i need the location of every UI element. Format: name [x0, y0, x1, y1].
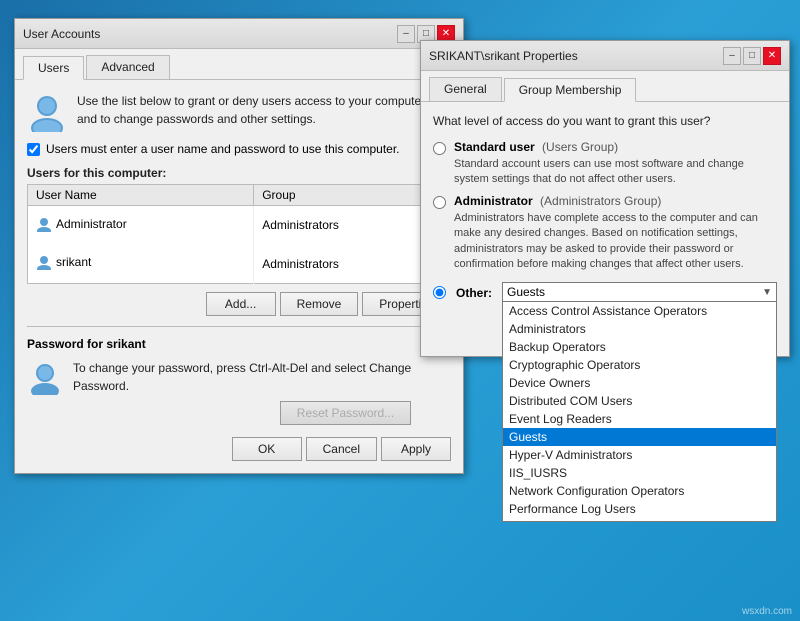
administrator-group: (Administrators Group): [540, 194, 661, 208]
dropdown-item[interactable]: Distributed COM Users: [503, 392, 776, 410]
properties-tabs: General Group Membership: [421, 71, 789, 102]
properties-window: SRIKANT\srikant Properties ‒ □ ✕ General…: [420, 40, 790, 357]
administrator-option: Administrator (Administrators Group) Adm…: [433, 194, 777, 273]
dropdown-item-guests[interactable]: Guests: [503, 428, 776, 446]
standard-user-radio[interactable]: [433, 142, 446, 155]
password-row: To change your password, press Ctrl-Alt-…: [27, 359, 451, 425]
ok-button[interactable]: OK: [232, 437, 302, 461]
dropdown-item[interactable]: Performance Monitor Users: [503, 518, 776, 522]
users-table-header: User Name Group: [28, 185, 451, 206]
dropdown-item[interactable]: Performance Log Users: [503, 500, 776, 518]
dropdown-item[interactable]: Device Owners: [503, 374, 776, 392]
cancel-button[interactable]: Cancel: [306, 437, 377, 461]
user-accounts-tabs: Users Advanced: [15, 49, 463, 80]
info-line1: Use the list below to grant or deny user…: [77, 92, 428, 110]
users-table-body: Administrator Administrators: [28, 206, 451, 284]
chevron-down-icon: ▼: [762, 287, 772, 298]
dropdown-item[interactable]: Cryptographic Operators: [503, 356, 776, 374]
user-name-cell: Administrator: [28, 206, 254, 245]
user-row-icon: Administrator: [36, 216, 127, 232]
must-login-checkbox[interactable]: [27, 143, 40, 156]
dropdown-item[interactable]: Event Log Readers: [503, 410, 776, 428]
other-radio[interactable]: [433, 286, 446, 299]
user-icon-large: [27, 92, 67, 132]
props-question: What level of access do you want to gran…: [433, 114, 777, 128]
users-table: User Name Group Administrator: [27, 184, 451, 284]
user-avatar-icon: [36, 216, 52, 232]
dropdown-header[interactable]: Guests ▼: [502, 282, 777, 302]
props-maximize-button[interactable]: □: [743, 47, 761, 65]
users-table-section: Users for this computer: User Name Group: [27, 166, 451, 284]
user-info-section: Use the list below to grant or deny user…: [27, 92, 451, 132]
remove-button[interactable]: Remove: [280, 292, 359, 316]
dropdown-item[interactable]: Access Control Assistance Operators: [503, 302, 776, 320]
user-info-text: Use the list below to grant or deny user…: [77, 92, 428, 128]
ok-cancel-row: OK Cancel Apply: [27, 437, 451, 461]
table-buttons: Add... Remove Properties: [27, 292, 451, 316]
standard-user-desc: Standard account users can use most soft…: [454, 157, 777, 188]
dropdown-item[interactable]: IIS_IUSRS: [503, 464, 776, 482]
other-label: Other:: [456, 286, 492, 300]
apply-button[interactable]: Apply: [381, 437, 451, 461]
users-section-label: Users for this computer:: [27, 166, 451, 180]
password-icon: [27, 359, 63, 395]
table-row[interactable]: Administrator Administrators: [28, 206, 451, 245]
dropdown-selected: Guests: [507, 285, 762, 299]
user-name-cell: srikant: [28, 245, 254, 284]
watermark: wsxdn.com: [742, 606, 792, 617]
tab-general[interactable]: General: [429, 77, 502, 101]
standard-user-group: (Users Group): [542, 140, 618, 154]
administrator-radio[interactable]: [433, 196, 446, 209]
other-section: Other: Guests ▼ Access Control Assistanc…: [433, 282, 777, 302]
user-accounts-window: User Accounts ‒ □ ✕ Users Advanced Use t…: [14, 18, 464, 474]
standard-user-label-block: Standard user (Users Group) Standard acc…: [454, 140, 777, 188]
standard-user-option: Standard user (Users Group) Standard acc…: [433, 140, 777, 188]
radio-section: Standard user (Users Group) Standard acc…: [433, 140, 777, 272]
properties-titlebar: SRIKANT\srikant Properties ‒ □ ✕: [421, 41, 789, 71]
password-line1: To change your password, press Ctrl-Alt-…: [73, 359, 411, 377]
password-header: Password for srikant: [27, 337, 451, 351]
dropdown-item[interactable]: Administrators: [503, 320, 776, 338]
administrator-label-block: Administrator (Administrators Group) Adm…: [454, 194, 777, 273]
checkbox-row: Users must enter a user name and passwor…: [27, 142, 451, 156]
tab-group-membership[interactable]: Group Membership: [504, 78, 637, 102]
password-text: To change your password, press Ctrl-Alt-…: [73, 359, 411, 425]
password-line2: Password.: [73, 377, 411, 395]
tab-users[interactable]: Users: [23, 56, 84, 80]
info-line2: and to change passwords and other settin…: [77, 110, 428, 128]
table-row[interactable]: srikant Administrators: [28, 245, 451, 284]
dropdown-item[interactable]: Network Configuration Operators: [503, 482, 776, 500]
tab-advanced[interactable]: Advanced: [86, 55, 169, 79]
password-section: Password for srikant To change your pass…: [27, 326, 451, 425]
user-accounts-title: User Accounts: [23, 27, 100, 41]
col-username: User Name: [28, 185, 254, 206]
reset-password-button[interactable]: Reset Password...: [280, 401, 411, 425]
administrator-desc: Administrators have complete access to t…: [454, 211, 777, 273]
dropdown-item[interactable]: Backup Operators: [503, 338, 776, 356]
dropdown-item[interactable]: Hyper-V Administrators: [503, 446, 776, 464]
props-content: What level of access do you want to gran…: [421, 102, 789, 356]
properties-title: SRIKANT\srikant Properties: [429, 49, 578, 63]
dropdown-wrapper: Guests ▼ Access Control Assistance Opera…: [502, 282, 777, 302]
add-button[interactable]: Add...: [206, 292, 276, 316]
dropdown-list: Access Control Assistance Operators Admi…: [502, 302, 777, 522]
must-login-label: Users must enter a user name and passwor…: [46, 142, 400, 156]
standard-user-label: Standard user (Users Group): [454, 140, 777, 154]
administrator-label: Administrator (Administrators Group): [454, 194, 777, 208]
minimize-button[interactable]: ‒: [397, 25, 415, 43]
user-accounts-titlebar: User Accounts ‒ □ ✕: [15, 19, 463, 49]
user-row-icon: srikant: [36, 254, 91, 270]
user-avatar-icon: [36, 254, 52, 270]
props-close-button[interactable]: ✕: [763, 47, 781, 65]
user-accounts-content: Use the list below to grant or deny user…: [15, 80, 463, 473]
props-minimize-button[interactable]: ‒: [723, 47, 741, 65]
properties-window-controls: ‒ □ ✕: [723, 47, 781, 65]
